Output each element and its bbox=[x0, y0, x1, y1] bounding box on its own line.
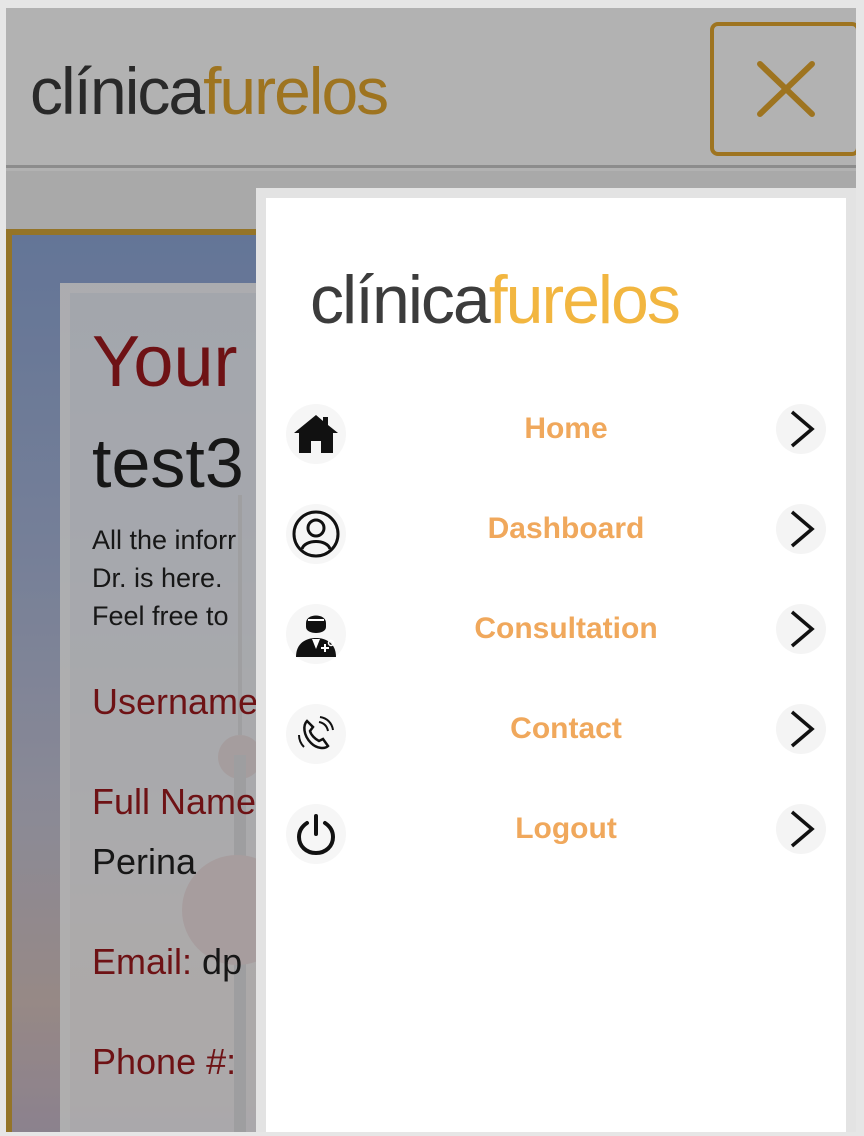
menu-logo: clínicafurelos bbox=[310, 266, 681, 334]
menu-item-label: Logout bbox=[515, 812, 617, 845]
menu-logo-part-2: furelos bbox=[488, 262, 681, 338]
menu-item-logout[interactable]: Logout bbox=[266, 794, 846, 874]
menu-item-label: Consultation bbox=[474, 612, 658, 645]
menu-item-label: Contact bbox=[510, 712, 622, 745]
user-circle-icon bbox=[286, 504, 346, 564]
menu-item-consultation[interactable]: Consultation bbox=[266, 594, 846, 674]
menu-item-dashboard[interactable]: Dashboard bbox=[266, 494, 846, 574]
menu-logo-part-1: clínica bbox=[310, 262, 491, 338]
menu-item-label: Home bbox=[524, 412, 608, 445]
chevron-right-icon bbox=[776, 604, 826, 654]
chevron-right-icon bbox=[776, 804, 826, 854]
power-icon bbox=[286, 804, 346, 864]
phone-icon bbox=[286, 704, 346, 764]
chevron-right-icon bbox=[776, 504, 826, 554]
menu-item-home[interactable]: Home bbox=[266, 394, 846, 474]
chevron-right-icon bbox=[776, 404, 826, 454]
menu-item-label: Dashboard bbox=[487, 512, 645, 545]
menu-item-contact[interactable]: Contact bbox=[266, 694, 846, 774]
side-menu: clínicafurelos Home Dashboard Consultati… bbox=[256, 188, 856, 1132]
doctor-icon bbox=[286, 604, 346, 664]
home-icon bbox=[286, 404, 346, 464]
chevron-right-icon bbox=[776, 704, 826, 754]
